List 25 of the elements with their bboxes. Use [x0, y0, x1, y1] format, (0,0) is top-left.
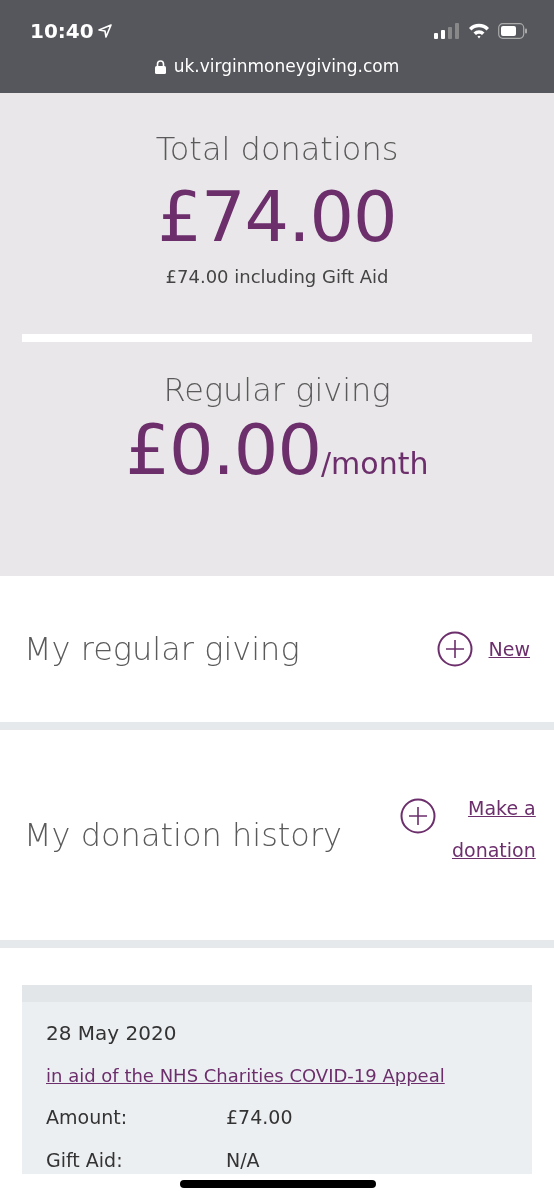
period-label: /month: [320, 445, 429, 483]
field-label: Gift Aid:: [46, 1147, 124, 1173]
wifi-icon: [468, 23, 490, 39]
section-heading: My regular giving: [24, 629, 300, 670]
section-heading: My donation history: [24, 815, 343, 856]
total-amount: £74.00: [157, 181, 397, 255]
address-bar-url[interactable]: uk.virginmoneygiving.com: [173, 54, 400, 80]
add-icon[interactable]: [400, 798, 436, 835]
location-arrow-icon: [97, 24, 112, 38]
field-value: £74.00: [226, 1105, 293, 1130]
signal-icon: [434, 23, 460, 39]
action-link[interactable]: New: [488, 637, 530, 661]
gift-aid-note: £74.00 including Gift Aid: [165, 264, 389, 289]
field-label: Amount:: [46, 1105, 129, 1130]
action-link[interactable]: Make a donation: [452, 788, 536, 872]
cause-link[interactable]: in aid of the NHS Charities COVID-19 Appeal: [46, 1062, 445, 1089]
regular-giving-label: Regular giving: [163, 369, 391, 411]
add-icon[interactable]: [436, 631, 473, 667]
battery-icon: [498, 23, 528, 39]
field-value: N/A: [226, 1147, 260, 1173]
lock-icon: [154, 59, 166, 74]
clock-time: 10:40: [30, 18, 94, 45]
total-label: Total donations: [155, 129, 399, 170]
regular-amount: £0.00: [125, 413, 321, 487]
donation-date: 28 May 2020: [46, 1020, 178, 1047]
